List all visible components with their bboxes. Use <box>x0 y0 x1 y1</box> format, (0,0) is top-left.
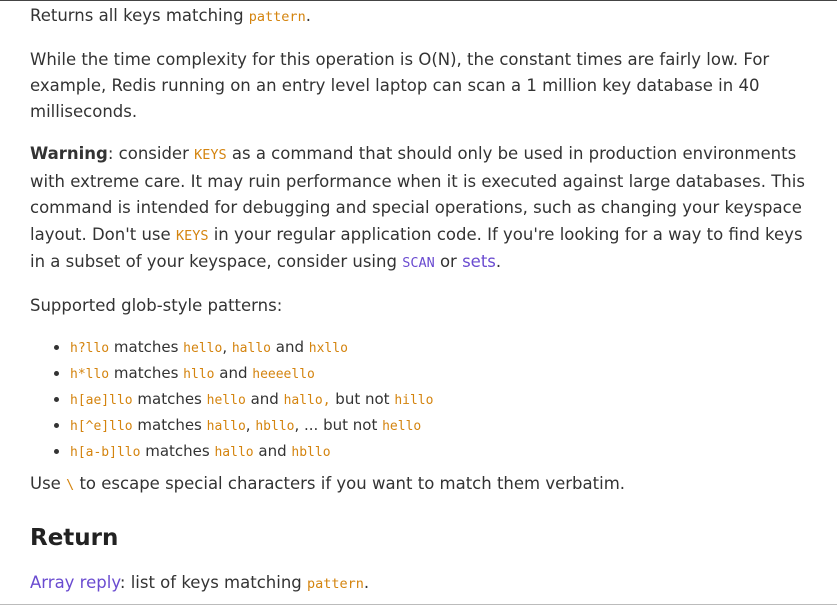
list-text: matches <box>109 364 184 382</box>
example-code: hxllo <box>308 341 348 356</box>
sets-link[interactable]: sets <box>462 252 496 271</box>
patterns-heading: Supported glob-style patterns: <box>30 296 283 315</box>
example-code: hello <box>206 393 246 408</box>
punctuation: . <box>363 573 370 592</box>
example-code: hello <box>382 419 422 434</box>
example-code: hello <box>183 341 223 356</box>
inline-code: pattern <box>307 576 364 592</box>
list-text: matches <box>132 416 207 434</box>
escape-text: Use <box>30 474 67 493</box>
punctuation: . <box>495 252 502 271</box>
list-item: h?llo matches hello, hallo and hxllo <box>70 335 433 361</box>
warning-text: or <box>434 252 463 271</box>
example-code: hillo <box>394 393 434 408</box>
pattern-code: h[a-b]llo <box>70 445 141 460</box>
intro-paragraph: Returns all keys matching pattern. <box>30 3 311 30</box>
warning-paragraph: Warning: consider KEYS as a command that… <box>30 141 820 277</box>
pattern-code: h?llo <box>70 341 110 356</box>
inline-code: KEYS <box>175 227 209 244</box>
inline-code: KEYS <box>194 147 227 163</box>
list-text: and <box>245 390 284 408</box>
punctuation: . <box>305 6 311 25</box>
list-text: matches <box>140 442 215 460</box>
example-code: hbllo <box>255 419 295 434</box>
list-text: matches <box>132 390 207 408</box>
patterns-list: h?llo matches hello, hallo and hxllo h*l… <box>30 335 433 465</box>
return-paragraph: Array reply: list of keys matching patte… <box>30 570 369 597</box>
array-reply-link[interactable]: Array reply <box>30 573 120 592</box>
list-text: but not <box>330 390 395 408</box>
intro-text: Returns all keys matching <box>30 6 249 25</box>
pattern-code: h*llo <box>70 367 110 382</box>
scan-link-code: SCAN <box>402 255 435 271</box>
example-code: hallo <box>206 419 246 434</box>
list-item: h[ae]llo matches hello and hallo, but no… <box>70 387 433 413</box>
list-text: and <box>253 442 292 460</box>
list-text: and <box>271 338 309 356</box>
list-item: h*llo matches hllo and heeeello <box>70 361 433 387</box>
inline-code: pattern <box>248 9 306 25</box>
divider <box>0 604 837 605</box>
list-item: h[^e]llo matches hallo, hbllo, ... but n… <box>70 413 433 439</box>
pattern-code: h[ae]llo <box>70 393 133 408</box>
example-code: hbllo <box>291 445 331 460</box>
list-text: , <box>222 338 232 356</box>
example-code: hallo <box>231 341 271 356</box>
escape-paragraph: Use \ to escape special characters if yo… <box>30 471 625 498</box>
inline-code: \ <box>66 477 75 493</box>
pattern-code: h[^e]llo <box>70 419 133 434</box>
list-text: , ... but not <box>294 416 383 434</box>
list-item: h[a-b]llo matches hallo and hbllo <box>70 439 433 465</box>
example-code: hallo <box>214 445 254 460</box>
example-code: heeeello <box>252 367 315 382</box>
escape-text: to escape special characters if you want… <box>74 474 626 493</box>
complexity-paragraph: While the time complexity for this opera… <box>30 50 770 121</box>
warning-text: : consider <box>107 144 195 163</box>
list-text: and <box>214 364 253 382</box>
scan-link[interactable]: SCAN <box>402 252 435 271</box>
list-text: matches <box>109 338 184 356</box>
return-heading: Return <box>30 525 119 551</box>
return-text: : list of keys matching <box>119 573 307 592</box>
example-code: hallo, <box>283 393 331 408</box>
warning-label: Warning <box>30 144 108 163</box>
example-code: hllo <box>183 367 215 382</box>
list-text: , <box>245 416 256 434</box>
